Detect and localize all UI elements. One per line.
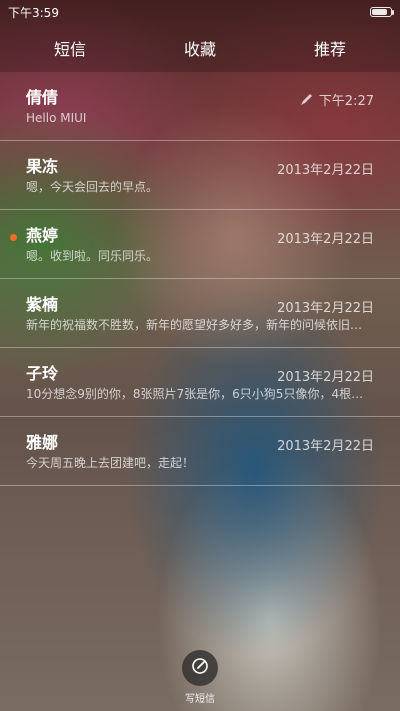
- compose-icon: [190, 656, 210, 680]
- message-preview: Hello MIUI: [26, 111, 87, 125]
- battery-icon: [370, 7, 394, 17]
- message-preview: 新年的祝福数不胜数，新年的愿望好多好多，新年的问候依旧美好，: [26, 318, 371, 332]
- message-date: 2013年2月22日: [277, 163, 374, 178]
- list-item[interactable]: 紫楠 新年的祝福数不胜数，新年的愿望好多好多，新年的问候依旧美好， 2013年2…: [0, 279, 400, 348]
- message-preview: 嗯，今天会回去的早点。: [26, 180, 159, 194]
- message-date: 下午2:27: [318, 94, 374, 109]
- tab-sms[interactable]: 短信: [54, 36, 86, 60]
- unread-indicator-icon: [10, 234, 17, 241]
- message-preview: 今天周五晚上去团建吧，走起！: [26, 456, 195, 470]
- message-date: 2013年2月22日: [277, 301, 374, 316]
- list-item[interactable]: 雅娜 今天周五晚上去团建吧，走起！ 2013年2月22日: [0, 417, 400, 486]
- message-date: 2013年2月22日: [277, 439, 374, 454]
- message-preview: 10分想念9别的你，8张照片7张是你，6只小狗5只像你，4根骨头: [26, 387, 371, 401]
- list-item[interactable]: 燕婷 嗯。收到啦。同乐同乐。 2013年2月22日: [0, 210, 400, 279]
- pencil-icon: [300, 93, 313, 110]
- message-list: 倩倩 Hello MIUI 下午2:27 果冻 嗯，今天会回去的早点。 2013…: [0, 72, 400, 486]
- list-item[interactable]: 果冻 嗯，今天会回去的早点。 2013年2月22日: [0, 141, 400, 210]
- message-date: 2013年2月22日: [277, 370, 374, 385]
- battery-fill: [372, 9, 387, 15]
- tab-bar: 短信 收藏 推荐: [0, 24, 400, 72]
- status-time: 下午3:59: [8, 5, 59, 20]
- message-date: 2013年2月22日: [277, 232, 374, 247]
- compose-area: 写短信: [0, 650, 400, 711]
- list-item[interactable]: 子玲 10分想念9别的你，8张照片7张是你，6只小狗5只像你，4根骨头 2013…: [0, 348, 400, 417]
- message-date-wrapper: 下午2:27: [300, 90, 374, 110]
- tab-favorites[interactable]: 收藏: [184, 36, 216, 60]
- list-item[interactable]: 倩倩 Hello MIUI 下午2:27: [0, 72, 400, 141]
- compose-button[interactable]: [182, 650, 218, 686]
- message-preview: 嗯。收到啦。同乐同乐。: [26, 249, 159, 263]
- status-bar: 下午3:59: [0, 0, 400, 24]
- compose-label: 写短信: [185, 694, 215, 705]
- tab-recommended[interactable]: 推荐: [314, 36, 346, 60]
